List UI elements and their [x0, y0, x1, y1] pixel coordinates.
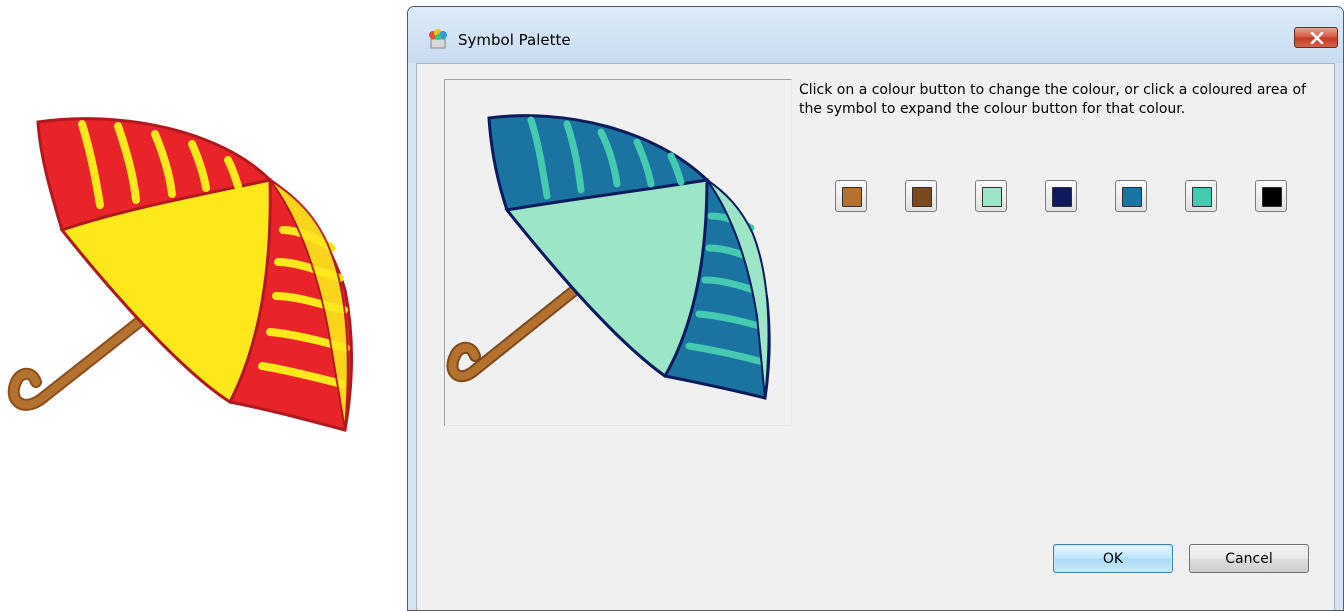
title-bar: Symbol Palette [408, 7, 1343, 63]
symbol-preview[interactable] [444, 79, 792, 426]
colour-swatch-row [835, 180, 1305, 216]
close-icon [1310, 32, 1324, 44]
colour-button-5[interactable] [1115, 180, 1147, 212]
colour-chip [842, 187, 862, 207]
symbol-palette-dialog: Symbol Palette Click on a colour button … [407, 6, 1344, 611]
colour-chip [982, 187, 1002, 207]
ok-button[interactable]: OK [1053, 544, 1173, 573]
instructions-text: Click on a colour button to change the c… [799, 82, 1306, 117]
original-umbrella-image [7, 117, 353, 432]
colour-chip [912, 187, 932, 207]
colour-button-3[interactable] [975, 180, 1007, 212]
colour-chip [1192, 187, 1212, 207]
cancel-button[interactable]: Cancel [1189, 544, 1309, 573]
recoloured-umbrella-image[interactable] [445, 80, 791, 425]
colour-button-4[interactable] [1045, 180, 1077, 212]
symbol-palette-app-icon [429, 29, 447, 49]
window-title: Symbol Palette [458, 31, 571, 49]
colour-button-2[interactable] [905, 180, 937, 212]
colour-button-1[interactable] [835, 180, 867, 212]
dialog-client-area: Click on a colour button to change the c… [416, 63, 1335, 610]
colour-chip [1122, 187, 1142, 207]
colour-chip [1262, 187, 1282, 207]
colour-button-6[interactable] [1185, 180, 1217, 212]
close-button[interactable] [1294, 27, 1338, 48]
colour-chip [1052, 187, 1072, 207]
colour-button-7[interactable] [1255, 180, 1287, 212]
